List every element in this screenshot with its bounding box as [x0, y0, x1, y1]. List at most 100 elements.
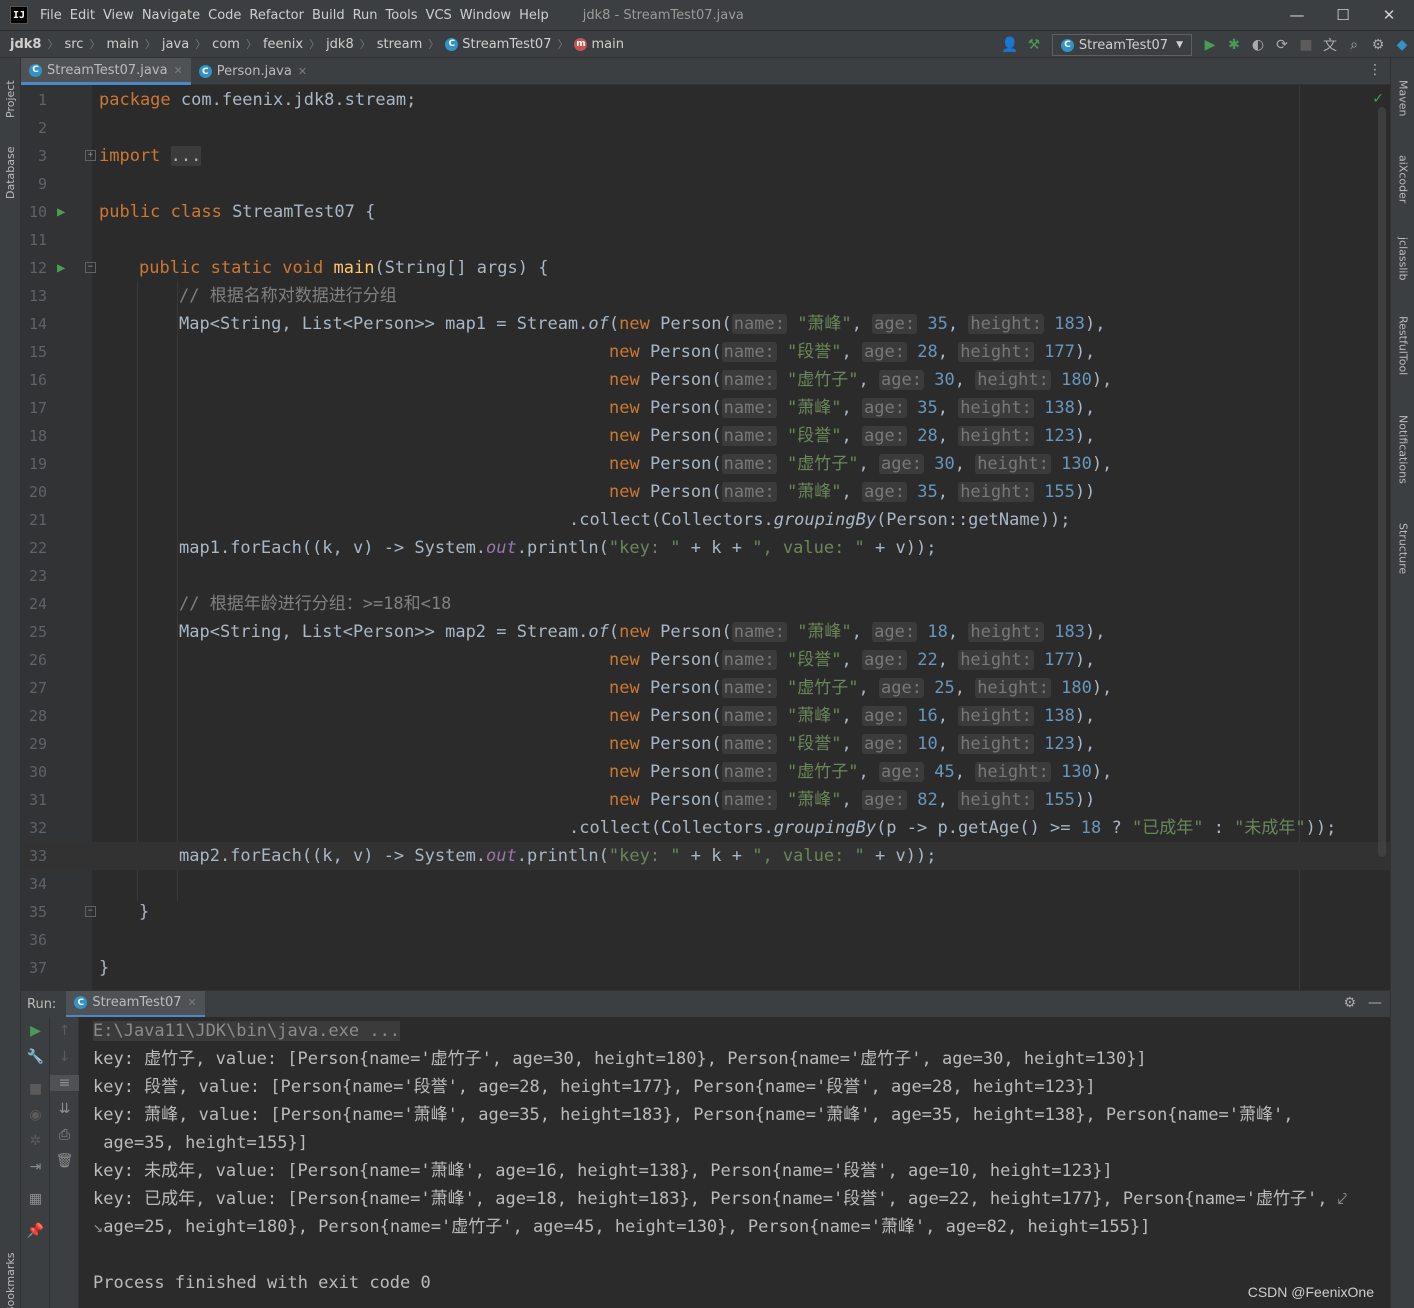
fold-toggle-icon[interactable]: + — [85, 150, 96, 161]
plugin-icon[interactable]: ◆ — [1390, 33, 1414, 57]
trash-icon[interactable]: 🗑 — [50, 1153, 79, 1169]
run-icon[interactable]: ▶ — [1198, 33, 1222, 57]
stop-icon[interactable]: ■ — [1294, 33, 1318, 57]
code-line[interactable]: 22 map1.forEach((k, v) -> System.out.prin… — [21, 534, 1390, 562]
code-line[interactable]: 36 — [21, 926, 1390, 954]
stop-icon[interactable]: ■ — [21, 1081, 50, 1097]
breadcrumb-stream[interactable]: stream — [377, 37, 423, 52]
breadcrumb-method[interactable]: m main — [574, 37, 624, 52]
breadcrumb-feenix[interactable]: feenix — [263, 37, 303, 52]
maximize-button[interactable]: ☐ — [1320, 0, 1366, 30]
profile-icon[interactable]: ⟳ — [1270, 33, 1294, 57]
code-line[interactable]: 29 new Person(name: "段誉", age: 10, height… — [21, 730, 1390, 758]
gear-icon[interactable]: ⚙ — [1366, 33, 1390, 57]
menu-help[interactable]: Help — [515, 8, 553, 23]
camera-icon[interactable]: ◉ — [21, 1107, 50, 1123]
scroll-to-end-icon[interactable]: ⇊ — [50, 1101, 79, 1117]
close-window-button[interactable]: ✕ — [1366, 0, 1412, 30]
code-line[interactable]: 31 new Person(name: "萧峰", age: 82, height… — [21, 786, 1390, 814]
code-line[interactable]: 21 .collect(Collectors.groupingBy(Person:… — [21, 506, 1390, 534]
menu-refactor[interactable]: Refactor — [245, 8, 308, 23]
settings-icon[interactable]: ✲ — [21, 1133, 50, 1149]
menu-build[interactable]: Build — [308, 8, 349, 23]
code-line[interactable]: 23 — [21, 562, 1390, 590]
run-gutter-icon[interactable]: ▶ — [57, 198, 65, 226]
code-line[interactable]: 35 −} — [21, 898, 1390, 926]
coverage-icon[interactable]: ◐ — [1246, 33, 1270, 57]
code-line[interactable]: 27 new Person(name: "虚竹子", age: 25, heigh… — [21, 674, 1390, 702]
code-line[interactable]: 37} — [21, 954, 1390, 982]
menu-vcs[interactable]: VCS — [422, 8, 456, 23]
pin-icon[interactable]: 📌 — [21, 1223, 50, 1239]
menu-edit[interactable]: Edit — [66, 8, 99, 23]
code-line[interactable]: 11 — [21, 226, 1390, 254]
gear-icon[interactable]: ⚙ — [1343, 995, 1356, 1011]
code-line[interactable]: 20 new Person(name: "萧峰", age: 35, height… — [21, 478, 1390, 506]
console-command[interactable]: E:\Java11\JDK\bin\java.exe ... — [93, 1021, 401, 1041]
fold-toggle-icon[interactable]: − — [85, 262, 96, 273]
code-line[interactable]: 13 // 根据名称对数据进行分组 — [21, 282, 1390, 310]
code-line[interactable]: 14 Map<String, List<Person>> map1 = Strea… — [21, 310, 1390, 338]
code-line[interactable]: 17 new Person(name: "萧峰", age: 35, height… — [21, 394, 1390, 422]
run-tab[interactable]: C StreamTest07 ✕ — [66, 990, 205, 1018]
bookmarks-tool-tab[interactable]: Bookmarks — [0, 1252, 21, 1308]
code-line[interactable]: 12 ▶ − public static void main(String[] arg… — [21, 254, 1390, 282]
print-icon[interactable]: ⎙ — [50, 1127, 79, 1143]
fold-toggle-icon[interactable]: − — [85, 906, 96, 917]
close-icon[interactable]: ✕ — [298, 65, 307, 78]
code-line[interactable]: 9 — [21, 170, 1390, 198]
code-line[interactable]: 18 new Person(name: "段誉", age: 28, height… — [21, 422, 1390, 450]
build-hammer-icon[interactable]: ⚒ — [1022, 33, 1046, 57]
breadcrumb-src[interactable]: src — [64, 37, 83, 52]
structure-tool-tab[interactable]: Structure — [1391, 514, 1414, 584]
code-line[interactable]: 28 new Person(name: "萧峰", age: 16, height… — [21, 702, 1390, 730]
rerun-icon[interactable]: ▶ — [21, 1023, 50, 1039]
code-line[interactable]: 1 package com.feenix.jdk8.stream; — [21, 86, 1390, 114]
code-line[interactable]: 19 new Person(name: "虚竹子", age: 30, heigh… — [21, 450, 1390, 478]
wrench-icon[interactable]: 🔧 — [21, 1049, 50, 1065]
breadcrumb-com[interactable]: com — [212, 37, 240, 52]
code-line[interactable]: 30 new Person(name: "虚竹子", age: 45, heigh… — [21, 758, 1390, 786]
code-line[interactable]: 32 .collect(Collectors.groupingBy(p -> p.… — [21, 814, 1390, 842]
code-line[interactable]: 2 — [21, 114, 1390, 142]
menu-file[interactable]: File — [36, 8, 66, 23]
arrow-up-icon[interactable]: ↑ — [50, 1023, 79, 1039]
maven-tool-tab[interactable]: Maven — [1391, 68, 1414, 128]
search-icon[interactable]: ⌕ — [1342, 33, 1366, 57]
run-configuration-select[interactable]: C StreamTest07 ▼ — [1051, 34, 1192, 56]
code-editor[interactable]: 1 package com.feenix.jdk8.stream; 2 3 + impor… — [21, 85, 1390, 990]
menu-navigate[interactable]: Navigate — [138, 8, 204, 23]
jclasslib-tool-tab[interactable]: jclasslib — [1391, 226, 1414, 292]
database-tool-tab[interactable]: Database — [0, 138, 21, 208]
close-icon[interactable]: ✕ — [174, 64, 183, 77]
code-line[interactable]: 10 ▶ public class StreamTest07 { — [21, 198, 1390, 226]
aixcoder-tool-tab[interactable]: aiXcoder — [1391, 144, 1414, 214]
project-tool-tab[interactable]: Project — [0, 64, 21, 134]
breadcrumb-main-dir[interactable]: main — [106, 37, 138, 52]
menu-tools[interactable]: Tools — [382, 8, 422, 23]
run-gutter-icon[interactable]: ▶ — [57, 254, 65, 282]
exit-icon[interactable]: ⇥ — [21, 1159, 50, 1175]
breadcrumb-jdk8[interactable]: jdk8 — [10, 37, 41, 52]
breadcrumb-jdk8-pkg[interactable]: jdk8 — [326, 37, 354, 52]
minimize-button[interactable]: — — [1274, 0, 1320, 30]
user-icon[interactable]: 👤 — [998, 33, 1022, 57]
menu-run[interactable]: Run — [349, 8, 382, 23]
arrow-down-icon[interactable]: ↓ — [50, 1049, 79, 1065]
breadcrumb-java[interactable]: java — [162, 37, 189, 52]
code-line[interactable]: 34 — [21, 870, 1390, 898]
translate-icon[interactable]: 文 — [1318, 33, 1342, 57]
debug-icon[interactable]: ✱ — [1222, 33, 1246, 57]
breadcrumb-class[interactable]: C StreamTest07 — [445, 37, 551, 52]
minimize-panel-icon[interactable]: — — [1368, 995, 1382, 1011]
menu-code[interactable]: Code — [204, 8, 245, 23]
code-line[interactable]: 33 map2.forEach((k, v) -> System.out.prin… — [21, 842, 1390, 870]
code-line[interactable]: 26 new Person(name: "段誉", age: 22, height… — [21, 646, 1390, 674]
layout-icon[interactable]: ▦ — [21, 1191, 50, 1207]
menu-window[interactable]: Window — [456, 8, 515, 23]
menu-view[interactable]: View — [99, 8, 138, 23]
editor-scrollbar[interactable] — [1378, 107, 1386, 857]
console-output[interactable]: E:\Java11\JDK\bin\java.exe ... key: 虚竹子,… — [79, 1017, 1390, 1308]
restfultool-tool-tab[interactable]: RestfulTool — [1391, 306, 1414, 386]
code-line[interactable]: 24 // 根据年龄进行分组：>=18和<18 — [21, 590, 1390, 618]
